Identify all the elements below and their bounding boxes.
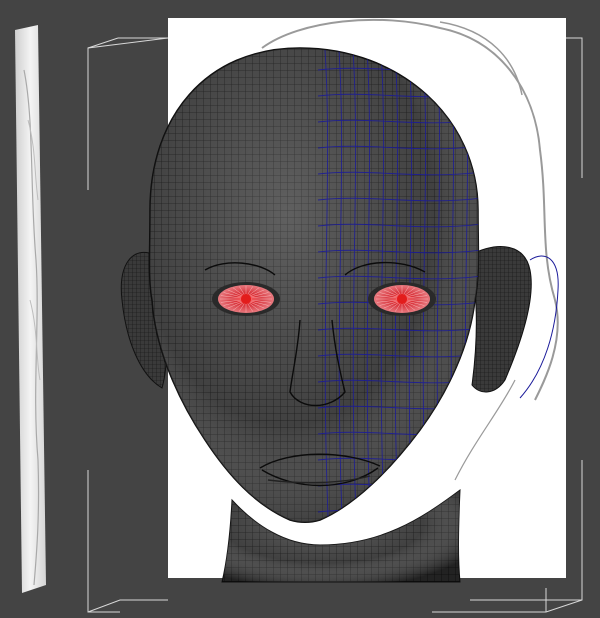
eye-right[interactable] <box>368 282 436 316</box>
viewport-front[interactable] <box>0 0 600 618</box>
viewport-canvas[interactable] <box>0 0 600 618</box>
eye-left[interactable] <box>212 282 280 316</box>
side-reference-plane[interactable] <box>15 25 46 593</box>
